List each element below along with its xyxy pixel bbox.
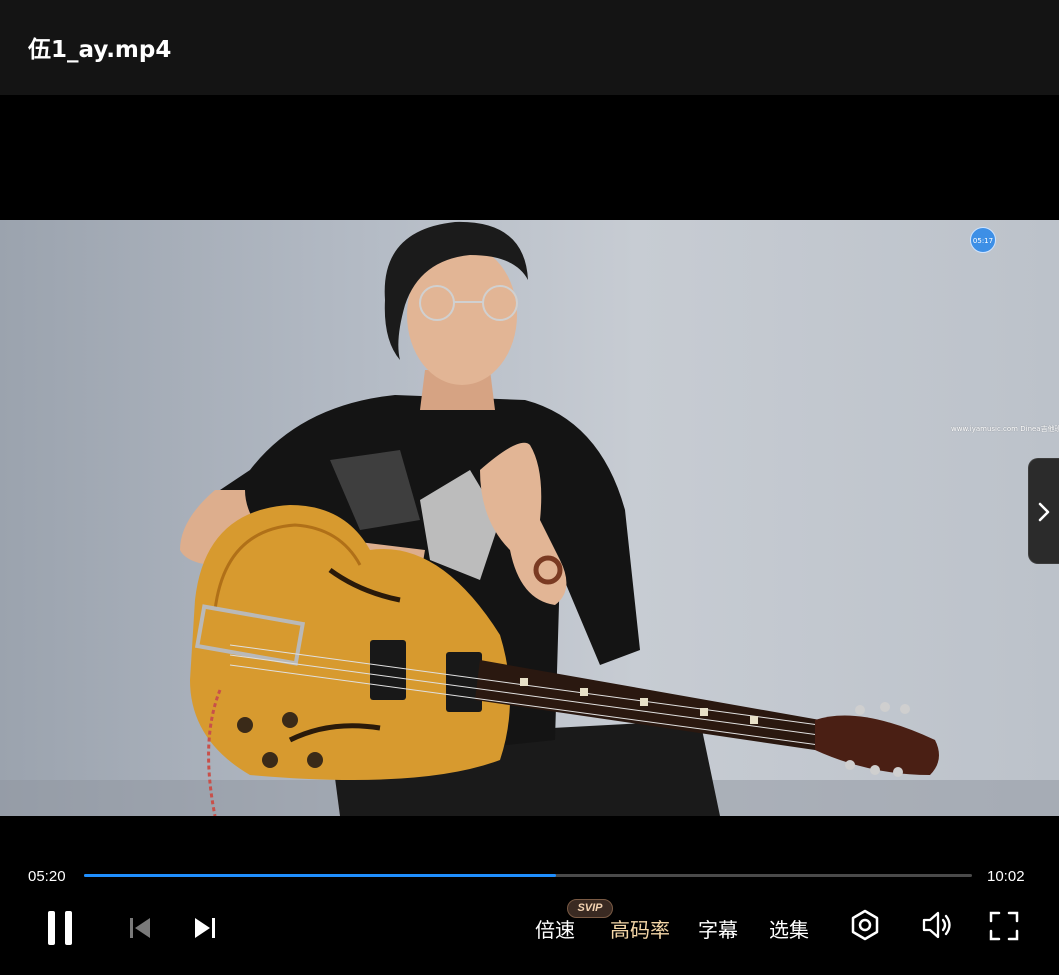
pause-icon: [48, 911, 72, 945]
skip-next-icon: [195, 918, 215, 938]
speed-button[interactable]: 倍速: [535, 914, 575, 943]
settings-button[interactable]: [849, 909, 881, 941]
video-player-window: 伍1_ay.mp4 05:17 www.iyamusic.com Dinea吉他…: [0, 0, 1059, 975]
progress-bar[interactable]: [84, 874, 972, 877]
settings-icon: [851, 909, 879, 941]
volume-button[interactable]: [922, 910, 954, 940]
chevron-right-icon: [1038, 502, 1050, 522]
svip-badge: SVIP: [567, 899, 613, 918]
progress-bar-fill: [84, 874, 557, 877]
previous-button[interactable]: [128, 916, 152, 940]
episodes-button[interactable]: 选集: [769, 914, 809, 943]
video-frame[interactable]: [0, 220, 1059, 816]
fullscreen-button[interactable]: [989, 911, 1019, 941]
subtitle-button[interactable]: 字幕: [698, 914, 738, 943]
high-bitrate-button[interactable]: 高码率: [610, 914, 670, 943]
video-overlay-timestamp: 05:17: [970, 227, 996, 253]
title-bar: 伍1_ay.mp4: [0, 0, 1059, 95]
video-content: [0, 221, 1059, 816]
video-title: 伍1_ay.mp4: [28, 37, 172, 63]
video-watermark: www.iyamusic.com Dinea吉他班: [951, 425, 1059, 433]
skip-previous-icon: [130, 918, 150, 938]
fullscreen-icon: [989, 911, 1019, 941]
volume-icon: [922, 911, 951, 939]
next-button[interactable]: [193, 916, 217, 940]
play-pause-button[interactable]: [46, 910, 74, 946]
total-time: 10:02: [987, 868, 1025, 885]
current-time: 05:20: [28, 868, 66, 885]
side-panel-toggle[interactable]: [1028, 458, 1059, 564]
